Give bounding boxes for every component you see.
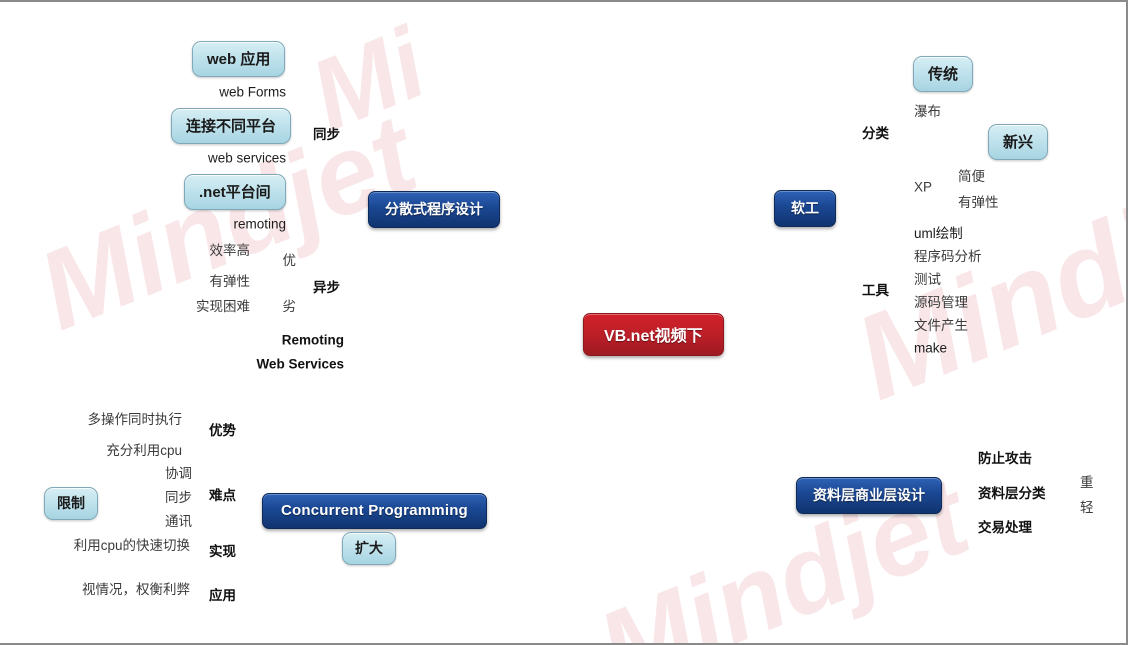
subtopic-async[interactable]: 异步 [313, 276, 340, 296]
branch-node-concurrent-programming[interactable]: Concurrent Programming [262, 493, 487, 529]
subtopic-waterfall[interactable]: 瀑布 [914, 100, 941, 120]
subtopic-heavy[interactable]: 重 [1080, 471, 1094, 491]
callout-emerging[interactable]: 新兴 [988, 124, 1049, 160]
callout-expand[interactable]: 扩大 [342, 532, 396, 565]
subtopic-implementation[interactable]: 实现 [209, 540, 236, 560]
mindmap-canvas: Mindjet Mindjet Mi Mindjet VB.net视频下 分散式… [0, 0, 1128, 645]
subtopic-high-efficiency[interactable]: 效率高 [210, 239, 251, 259]
callout-traditional[interactable]: 传统 [913, 56, 974, 92]
subtopic-classification[interactable]: 分类 [862, 122, 889, 142]
subtopic-code-analysis[interactable]: 程序码分析 [914, 245, 982, 265]
subtopic-sync[interactable]: 同步 [313, 123, 340, 143]
subtopic-light[interactable]: 轻 [1080, 496, 1094, 516]
subtopic-transaction-processing[interactable]: 交易处理 [978, 516, 1032, 536]
subtopic-source-control[interactable]: 源码管理 [914, 291, 968, 311]
root-node[interactable]: VB.net视频下 [583, 313, 724, 356]
branch-node-distributed[interactable]: 分散式程序设计 [368, 191, 500, 228]
subtopic-testing[interactable]: 测试 [914, 268, 941, 288]
subtopic-tradeoff[interactable]: 视情况，权衡利弊 [82, 578, 190, 598]
callout-dotnet-platform[interactable]: .net平台间 [184, 174, 286, 210]
subtopic-synchronization[interactable]: 同步 [165, 486, 192, 506]
subtopic-xp-flexible[interactable]: 有弹性 [958, 191, 999, 211]
subtopic-data-layer-classification[interactable]: 资料层分类 [978, 482, 1046, 502]
subtopic-async-cons[interactable]: 劣 [283, 295, 297, 315]
subtopic-hard-to-implement[interactable]: 实现困难 [196, 295, 250, 315]
subtopic-advantages[interactable]: 优势 [209, 419, 236, 439]
subtopic-flexible[interactable]: 有弹性 [210, 270, 251, 290]
callout-limitation[interactable]: 限制 [44, 487, 98, 520]
subtopic-xp[interactable]: XP [914, 180, 932, 195]
subtopic-doc-generation[interactable]: 文件产生 [914, 314, 968, 334]
callout-connect-platforms[interactable]: 连接不同平台 [171, 108, 292, 144]
subtopic-parallel-execution[interactable]: 多操作同时执行 [88, 408, 183, 428]
subtopic-communication[interactable]: 通讯 [165, 510, 192, 530]
subtopic-web-services-branch[interactable]: Web Services [256, 357, 344, 372]
subtopic-full-cpu-usage[interactable]: 充分利用cpu [106, 439, 182, 459]
subtopic-uml-drawing[interactable]: uml绘制 [914, 222, 963, 242]
subtopic-coordination[interactable]: 协调 [165, 462, 192, 482]
subtopic-web-forms[interactable]: web Forms [219, 85, 286, 100]
subtopic-application[interactable]: 应用 [209, 584, 236, 604]
subtopic-web-services[interactable]: web services [208, 151, 286, 166]
branch-node-data-layer[interactable]: 资料层商业层设计 [796, 477, 942, 514]
subtopic-tools[interactable]: 工具 [862, 279, 889, 299]
subtopic-difficulties[interactable]: 难点 [209, 484, 236, 504]
subtopic-remoting[interactable]: remoting [233, 217, 286, 232]
subtopic-fast-cpu-switching[interactable]: 利用cpu的快速切换 [74, 534, 190, 554]
branch-node-software-engineering[interactable]: 软工 [774, 190, 836, 227]
subtopic-async-pros[interactable]: 优 [283, 249, 297, 269]
subtopic-remoting-branch[interactable]: Remoting [282, 333, 344, 348]
subtopic-make[interactable]: make [914, 341, 947, 356]
subtopic-prevent-attacks[interactable]: 防止攻击 [978, 447, 1032, 467]
subtopic-simple[interactable]: 简便 [958, 165, 985, 185]
callout-web-application[interactable]: web 应用 [192, 41, 286, 77]
